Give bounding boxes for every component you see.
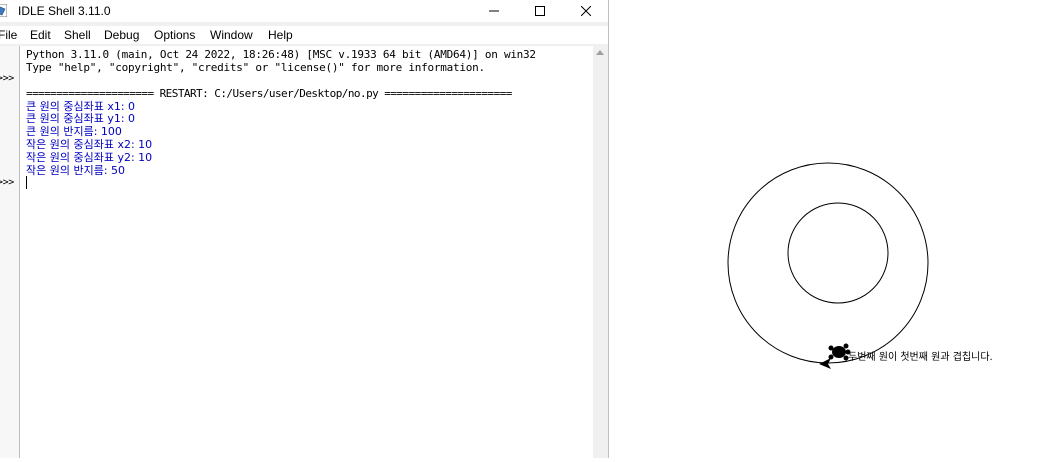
shell-prompt: >>> bbox=[0, 73, 14, 84]
maximize-button[interactable] bbox=[517, 0, 563, 22]
idle-shell-window: IDLE Shell 3.11.0 File Edit Shell Debug … bbox=[0, 0, 609, 458]
minimize-button[interactable] bbox=[471, 0, 517, 22]
text-cursor bbox=[26, 176, 27, 189]
menu-help[interactable]: Help bbox=[268, 28, 293, 42]
maximize-icon bbox=[535, 6, 545, 16]
output-line: 작은 원의 중심좌표 y2: 10 bbox=[26, 151, 153, 164]
overlap-message: 두번째 원이 첫번째 원과 겹칩니다. bbox=[848, 352, 993, 363]
turtle-arrow-icon bbox=[819, 358, 831, 369]
menu-debug[interactable]: Debug bbox=[104, 28, 139, 42]
turtle-graphics-canvas: 두번째 원이 첫번째 원과 겹칩니다. bbox=[609, 0, 1051, 458]
python-idle-icon bbox=[0, 4, 7, 17]
menu-edit[interactable]: Edit bbox=[30, 28, 51, 42]
menu-bar: File Edit Shell Debug Options Window Hel… bbox=[0, 26, 608, 44]
title-bar[interactable]: IDLE Shell 3.11.0 bbox=[0, 0, 608, 22]
restart-line: ===================== RESTART: C:/Users/… bbox=[26, 87, 512, 100]
minimize-icon bbox=[489, 10, 499, 12]
large-circle bbox=[727, 162, 929, 364]
output-line: 큰 원의 중심좌표 y1: 0 bbox=[26, 112, 136, 125]
banner-line: Python 3.11.0 (main, Oct 24 2022, 18:26:… bbox=[26, 48, 536, 61]
shell-prompt: >>> bbox=[0, 177, 14, 188]
output-line: 작은 원의 반지름: 50 bbox=[26, 164, 126, 177]
close-icon bbox=[581, 6, 591, 16]
scroll-up-arrow-icon[interactable] bbox=[596, 50, 604, 55]
output-line: 작은 원의 중심좌표 x2: 10 bbox=[26, 138, 153, 151]
menu-shell[interactable]: Shell bbox=[64, 28, 91, 42]
menu-options[interactable]: Options bbox=[154, 28, 195, 42]
output-line: 큰 원의 반지름: 100 bbox=[26, 125, 122, 138]
menu-window[interactable]: Window bbox=[210, 28, 253, 42]
vertical-scrollbar[interactable] bbox=[593, 46, 608, 458]
turtle-drawing bbox=[727, 162, 929, 369]
window-title: IDLE Shell 3.11.0 bbox=[18, 4, 111, 18]
close-button[interactable] bbox=[563, 0, 608, 22]
banner-line: Type "help", "copyright", "credits" or "… bbox=[26, 61, 485, 74]
small-circle bbox=[787, 202, 889, 304]
shell-text-area[interactable]: Python 3.11.0 (main, Oct 24 2022, 18:26:… bbox=[20, 46, 593, 458]
menu-file[interactable]: File bbox=[0, 28, 17, 42]
prompt-gutter: >>> >>> bbox=[0, 46, 20, 458]
